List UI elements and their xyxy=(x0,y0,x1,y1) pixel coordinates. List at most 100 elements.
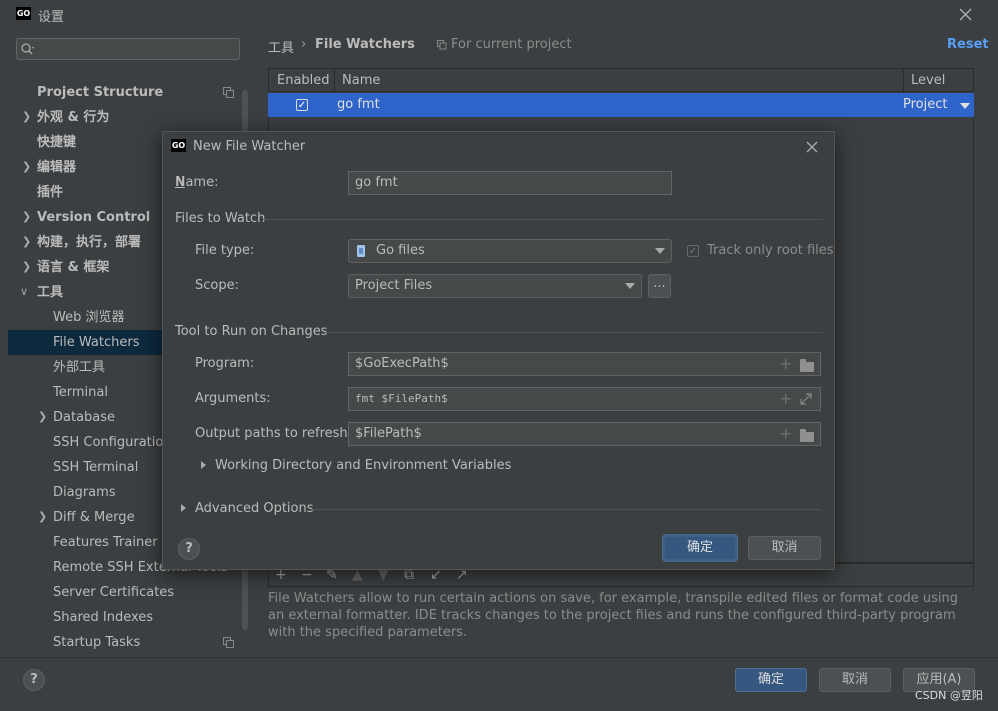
scope-browse-button[interactable]: ... xyxy=(648,274,671,298)
sidebar-item-diagrams[interactable]: Diagrams xyxy=(53,480,116,505)
sidebar-item-editor[interactable]: 编辑器 xyxy=(37,155,76,180)
search-input[interactable] xyxy=(16,38,240,60)
add-icon[interactable]: + xyxy=(275,568,287,582)
name-label-text: Name: xyxy=(175,175,219,190)
close-icon[interactable] xyxy=(959,8,972,21)
output-paths-value: $FilePath$ xyxy=(355,426,422,441)
program-field[interactable]: $GoExecPath$ + xyxy=(348,352,821,376)
chevron-right-icon[interactable]: ❯ xyxy=(22,260,31,273)
insert-macro-icon[interactable]: + xyxy=(779,391,792,407)
edit-icon[interactable]: ✎ xyxy=(326,568,338,582)
close-icon[interactable] xyxy=(806,141,818,153)
page-title: File Watchers xyxy=(315,37,415,52)
ok-button[interactable]: 确定 xyxy=(663,535,737,561)
chevron-down-icon xyxy=(655,248,665,254)
sidebar-item-web-browsers[interactable]: Web 浏览器 xyxy=(53,305,124,330)
help-button[interactable]: ? xyxy=(23,669,45,691)
chevron-right-icon[interactable]: ❯ xyxy=(22,110,31,123)
chevron-right-icon[interactable]: ❯ xyxy=(38,410,47,423)
title-bar: GO 设置 xyxy=(0,0,998,30)
sidebar-item-features-trainer[interactable]: Features Trainer xyxy=(53,530,158,555)
move-up-icon[interactable]: ▲ xyxy=(352,568,363,582)
sidebar-item-diff-merge[interactable]: Diff & Merge xyxy=(53,505,135,530)
expand-icon[interactable] xyxy=(800,393,812,405)
output-paths-label: Output paths to refresh: xyxy=(195,426,353,441)
insert-macro-icon[interactable]: + xyxy=(779,356,792,372)
import-icon[interactable]: ↙ xyxy=(430,568,442,582)
watcher-name: go fmt xyxy=(337,97,380,112)
chevron-down-icon[interactable]: ∨ xyxy=(20,285,28,298)
arguments-label: Arguments: xyxy=(195,391,271,406)
section-divider xyxy=(311,509,821,510)
tool-section-heading: Tool to Run on Changes xyxy=(175,324,328,339)
breadcrumb-parent[interactable]: 工具 xyxy=(268,37,294,56)
working-directory-toggle[interactable]: Working Directory and Environment Variab… xyxy=(215,458,511,473)
name-field[interactable]: go fmt xyxy=(348,171,672,195)
sidebar-item-appearance[interactable]: 外观 & 行为 xyxy=(37,105,109,130)
reset-link[interactable]: Reset xyxy=(947,37,989,52)
watcher-level[interactable]: Project xyxy=(903,97,947,112)
sidebar-item-terminal[interactable]: Terminal xyxy=(53,380,108,405)
chevron-right-icon[interactable]: ❯ xyxy=(22,235,31,248)
column-enabled[interactable]: Enabled xyxy=(277,73,330,88)
cancel-button[interactable]: 取消 xyxy=(819,668,891,692)
column-name[interactable]: Name xyxy=(342,73,380,88)
track-root-checkbox[interactable]: ✓ xyxy=(687,245,699,257)
sidebar-item-project-structure[interactable]: Project Structure xyxy=(37,80,163,105)
insert-macro-icon[interactable]: + xyxy=(779,426,792,442)
ok-button[interactable]: 确定 xyxy=(735,668,807,692)
sidebar-item-ssh-configurations[interactable]: SSH Configurations xyxy=(53,430,178,455)
sidebar-item-tools[interactable]: 工具 xyxy=(37,280,63,305)
file-type-dropdown[interactable]: Go files xyxy=(348,239,672,263)
sidebar-item-keymap[interactable]: 快捷键 xyxy=(37,130,76,155)
advanced-options-toggle[interactable]: Advanced Options xyxy=(195,501,314,516)
export-icon[interactable]: ↗ xyxy=(456,568,468,582)
program-value: $GoExecPath$ xyxy=(355,356,449,371)
goland-logo-icon: GO xyxy=(16,7,31,20)
sidebar-item-version-control[interactable]: Version Control xyxy=(37,205,150,230)
arguments-field[interactable]: fmt $FilePath$ + xyxy=(348,387,821,411)
sidebar-item-build[interactable]: 构建，执行，部署 xyxy=(37,230,141,255)
chevron-right-icon[interactable] xyxy=(201,461,206,469)
table-row[interactable]: ✓ go fmt Project xyxy=(268,93,974,117)
sidebar-item-ssh-terminal[interactable]: SSH Terminal xyxy=(53,455,138,480)
column-divider xyxy=(334,69,335,93)
help-button[interactable]: ? xyxy=(178,538,200,560)
sidebar-item-startup-tasks[interactable]: Startup Tasks xyxy=(53,630,140,655)
sidebar-item-languages[interactable]: 语言 & 框架 xyxy=(37,255,109,280)
new-file-watcher-dialog: GO New File Watcher NName: go fmt Files … xyxy=(162,131,835,570)
output-paths-field[interactable]: $FilePath$ + xyxy=(348,422,821,446)
folder-icon[interactable] xyxy=(800,359,814,372)
chevron-right-icon[interactable]: ❯ xyxy=(22,160,31,173)
move-down-icon[interactable]: ▼ xyxy=(378,568,389,582)
description-text: File Watchers allow to run certain actio… xyxy=(268,591,958,640)
chevron-down-icon[interactable] xyxy=(960,103,970,109)
scope-note: For current project xyxy=(451,37,572,52)
file-type-label: File type: xyxy=(195,243,255,258)
sidebar-item-plugins[interactable]: 插件 xyxy=(37,180,63,205)
sidebar-item-server-certificates[interactable]: Server Certificates xyxy=(53,580,174,605)
name-label: NName: xyxy=(175,175,219,190)
window-title: 设置 xyxy=(38,10,65,25)
file-type-value: Go files xyxy=(376,243,425,258)
search-icon xyxy=(21,43,34,55)
chevron-right-icon[interactable]: ❯ xyxy=(22,210,31,223)
chevron-right-icon[interactable]: ❯ xyxy=(38,510,47,523)
sidebar-item-database[interactable]: Database xyxy=(53,405,115,430)
sidebar-item-external-tools[interactable]: 外部工具 xyxy=(53,355,105,380)
copy-icon[interactable]: ⧉ xyxy=(404,568,414,582)
cancel-button[interactable]: 取消 xyxy=(748,536,821,560)
breadcrumb-separator: › xyxy=(301,37,307,52)
goland-logo-icon: GO xyxy=(171,139,186,152)
folder-icon[interactable] xyxy=(800,429,814,442)
chevron-down-icon xyxy=(625,283,635,289)
column-level[interactable]: Level xyxy=(911,73,945,88)
column-divider xyxy=(903,69,904,93)
sidebar-item-shared-indexes[interactable]: Shared Indexes xyxy=(53,605,153,630)
remove-icon[interactable]: − xyxy=(301,568,313,582)
files-to-watch-heading: Files to Watch xyxy=(175,211,266,226)
chevron-right-icon[interactable] xyxy=(181,504,186,512)
scope-dropdown[interactable]: Project Files xyxy=(348,274,642,298)
watchers-table-header: Enabled Name Level xyxy=(268,68,974,93)
enabled-checkbox[interactable]: ✓ xyxy=(296,99,308,111)
